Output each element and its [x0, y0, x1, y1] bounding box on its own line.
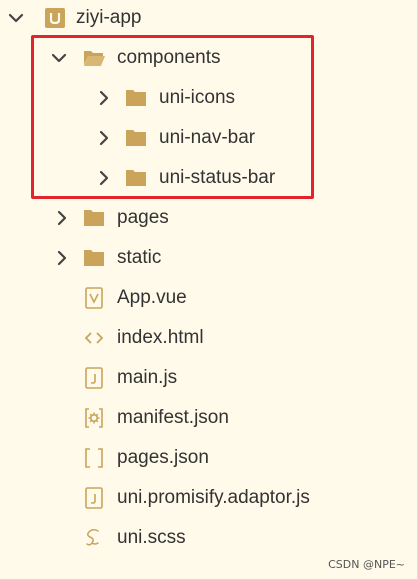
folder-icon	[83, 207, 105, 229]
tree-item-pages-json[interactable]: pages.json	[0, 440, 418, 476]
vue-file-icon	[83, 287, 105, 309]
highlight-annotation-box	[31, 35, 314, 199]
tree-item-app-vue[interactable]: App.vue	[0, 280, 418, 316]
chevron-right-icon[interactable]	[52, 248, 72, 268]
tree-item-pages[interactable]: pages	[0, 200, 418, 236]
tree-item-main-js[interactable]: main.js	[0, 360, 418, 396]
tree-item-label: App.vue	[117, 287, 187, 308]
tree-item-uni-scss[interactable]: uni.scss	[0, 520, 418, 556]
uni-app-project-icon	[44, 7, 66, 29]
tree-item-label: index.html	[117, 327, 204, 348]
tree-item-label: main.js	[117, 367, 178, 388]
tree-item-label: ziyi-app	[76, 7, 142, 28]
tree-item-manifest-json[interactable]: manifest.json	[0, 400, 418, 436]
manifest-file-icon	[83, 407, 105, 429]
folder-icon	[83, 247, 105, 269]
js-file-icon	[83, 487, 105, 509]
json-file-icon	[83, 447, 105, 469]
tree-item-label: manifest.json	[117, 407, 229, 428]
tree-item-ziyi-app[interactable]: ziyi-app	[0, 0, 418, 36]
tree-item-label: uni.scss	[117, 527, 186, 548]
tree-item-static[interactable]: static	[0, 240, 418, 276]
tree-item-uni-promisify-adaptor-js[interactable]: uni.promisify.adaptor.js	[0, 480, 418, 516]
chevron-right-icon[interactable]	[52, 208, 72, 228]
chevron-down-icon[interactable]	[6, 8, 26, 28]
tree-item-label: pages	[117, 207, 169, 228]
tree-item-label: static	[117, 247, 162, 268]
scss-file-icon	[83, 527, 105, 549]
js-file-icon	[83, 367, 105, 389]
html-file-icon	[83, 327, 105, 349]
watermark: CSDN @NPE~	[328, 558, 405, 571]
tree-item-label: pages.json	[117, 447, 209, 468]
tree-item-label: uni.promisify.adaptor.js	[117, 487, 310, 508]
file-explorer-panel: ziyi-app components uni-icons uni-nav-ba…	[0, 0, 418, 580]
tree-item-index-html[interactable]: index.html	[0, 320, 418, 356]
